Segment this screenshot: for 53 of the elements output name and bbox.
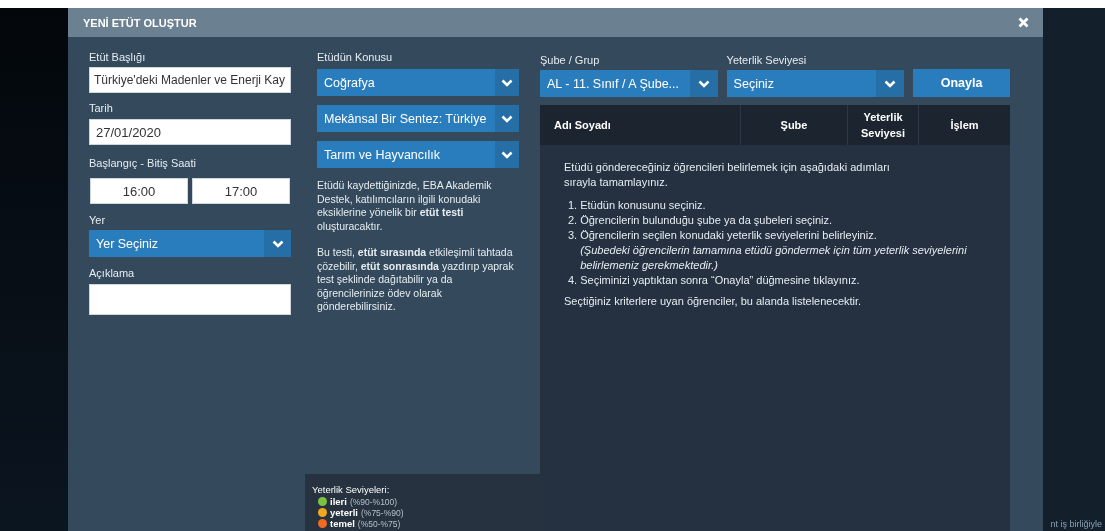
step-number: 2. — [568, 213, 578, 228]
step-text: Öğrencilerin bulunduğu şube ya da şubeleri seçiniz. — [580, 214, 833, 226]
level-range: (%75-%90) — [361, 507, 404, 518]
dropdown[interactable]: Yer Seçiniz — [89, 230, 291, 257]
level-name: ileri — [330, 496, 347, 507]
info-paragraph: Etüdü kaydettiğinizde, EBA Akademik Destek, katılımcıların ilgili konudaki eksiklerine yönelik bir etüt testi oluşturacaktır. — [317, 179, 493, 233]
dropdown[interactable]: Seçiniz — [726, 70, 905, 97]
level-name: temel — [330, 518, 355, 529]
step-text: Etüdün konusunu seçiniz. — [580, 199, 706, 211]
close-icon[interactable] — [1018, 17, 1029, 28]
column-header[interactable]: Yeterlik Seviyesi — [847, 105, 918, 145]
dropdown[interactable]: AL - 11. Sınıf / A Şube... — [540, 70, 718, 97]
info-paragraph: Bu testi, etüt sırasında etkileşimli tahtada çözebilir, etüt sonrasında yazdırıp yaprak test şeklinde dağıtabilir ya da öğrencilerinize ödev olarak gönderebilirsiniz. — [317, 246, 515, 314]
confirm-button[interactable]: Onayla — [913, 69, 1010, 97]
field-label: Etüt Başlığı — [89, 51, 147, 63]
step-number: 3. — [568, 228, 578, 243]
step-number: 1. — [568, 198, 578, 213]
column-header[interactable]: Şube — [740, 105, 847, 145]
field-label: Etüdün Konusu — [317, 51, 394, 63]
result-hint: Seçtiğiniz kriterlere uyan öğrenciler, bu alanda listelenecektir. — [564, 294, 863, 309]
field-label: Yeterlik Seviyesi — [726, 54, 808, 66]
step-text: Seçiminizi yaptıktan sonra “Onayla” düğmesine tıklayınız. — [580, 274, 860, 286]
text-field[interactable]: Türkiye'deki Madenler ve Enerji Kay — [89, 67, 291, 93]
chevron-down-icon — [501, 78, 513, 87]
step-number: 4. — [568, 273, 578, 288]
chevron-down-icon — [884, 79, 897, 88]
field-label: Tarih — [89, 102, 114, 114]
instruction-text: Etüdü göndereceğiniz öğrencileri belirlemek için aşağıdaki adımları sırayla tamamlayınız. — [564, 160, 891, 190]
step-text: Öğrencilerin seçilen konudaki yeterlik seviyelerini belirleyiniz. — [580, 229, 877, 241]
chevron-down-icon — [271, 239, 284, 248]
column-header[interactable]: Adı Soyadı — [540, 105, 740, 145]
field-label: Şube / Grup — [540, 54, 601, 66]
dropdown[interactable]: Tarım ve Hayvancılık — [317, 141, 519, 168]
level-range: (%90-%100) — [349, 496, 398, 507]
step-note: (Şubedeki öğrencilerin tamamına etüdü göndermek için tüm yeterlik seviyelerini belirlemeniz gerekmektedir.) — [580, 243, 968, 273]
dropdown[interactable]: Coğrafya — [317, 69, 519, 96]
time-field[interactable]: 17:00 — [192, 178, 290, 204]
field-label: Yer — [89, 214, 107, 226]
chevron-down-icon — [501, 114, 513, 123]
field-label: Açıklama — [89, 267, 136, 279]
dropdown[interactable]: Mekânsal Bir Sentez: Türkiye — [317, 105, 519, 132]
dialog-title: YENİ ETÜT OLUŞTUR — [83, 16, 197, 29]
field-label: Başlangıç - Bitiş Saati — [89, 157, 197, 169]
level-name: yeterli — [330, 507, 358, 518]
time-field[interactable]: 16:00 — [90, 178, 188, 204]
chevron-down-icon — [697, 79, 710, 88]
background-text: nt iş birliğiyle — [1050, 519, 1103, 529]
chevron-down-icon — [501, 150, 513, 159]
text-field[interactable] — [89, 284, 291, 315]
level-range: (%50-%75) — [357, 518, 401, 529]
column-header[interactable]: İşlem — [918, 105, 1010, 145]
date-field[interactable]: 27/01/2020 — [89, 119, 291, 145]
legend-title: Yeterlik Seviyeleri: — [312, 484, 391, 495]
